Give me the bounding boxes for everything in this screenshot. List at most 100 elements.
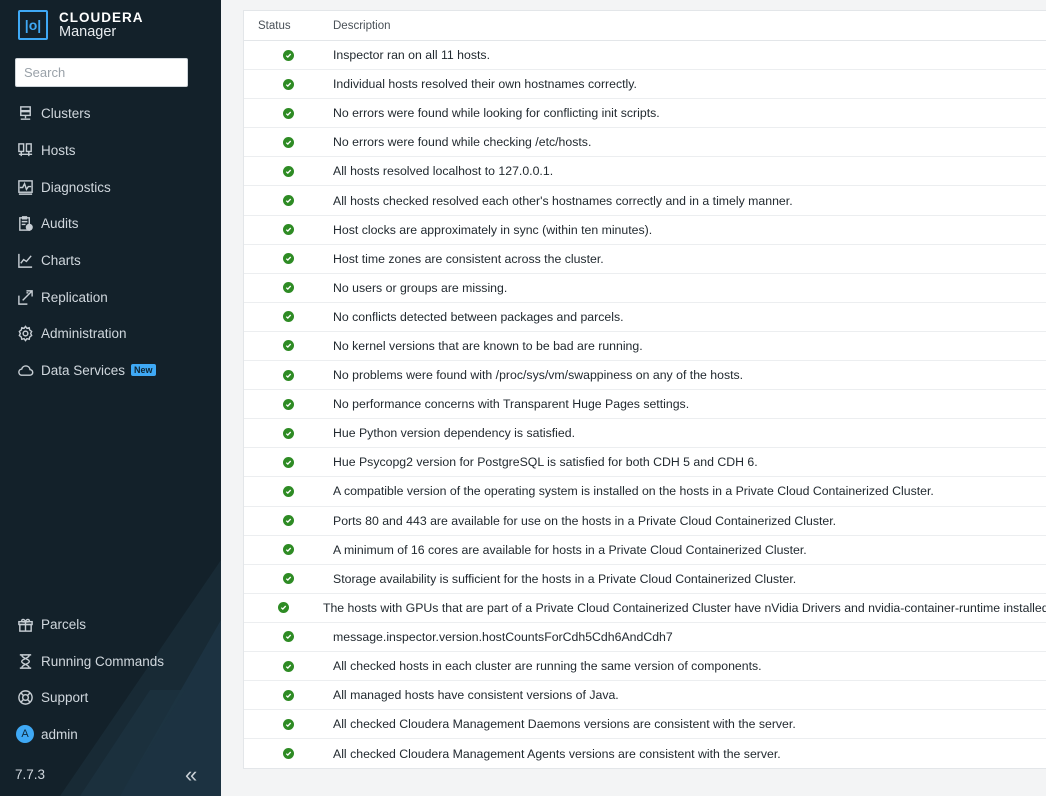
- check-circle-icon: [283, 398, 294, 410]
- table-row: All managed hosts have consistent versio…: [244, 681, 1046, 711]
- table-header: Status Description: [244, 11, 1046, 41]
- check-circle-icon: [283, 78, 294, 90]
- clusters-icon: [16, 104, 34, 122]
- search-input[interactable]: [15, 58, 188, 87]
- description-cell: A compatible version of the operating sy…: [333, 484, 934, 499]
- check-circle-icon: [283, 282, 294, 294]
- table-row: No problems were found with /proc/sys/vm…: [244, 361, 1046, 391]
- check-circle-icon: [283, 195, 294, 207]
- check-circle-icon: [283, 748, 294, 760]
- check-circle-icon: [283, 660, 294, 672]
- description-cell: Host clocks are approximately in sync (w…: [333, 222, 653, 237]
- status-cell: [244, 573, 333, 585]
- sidebar: |o| CLOUDERA Manager Clusters Hosts Diag…: [0, 0, 221, 796]
- table-row: Hue Python version dependency is satisfi…: [244, 419, 1046, 449]
- sidebar-item-label: Audits: [41, 215, 79, 231]
- sidebar-item-parcels[interactable]: Parcels: [0, 609, 221, 639]
- description-cell: Ports 80 and 443 are available for use o…: [333, 513, 837, 528]
- description-cell: The hosts with GPUs that are part of a P…: [322, 600, 1046, 615]
- description-cell: No kernel versions that are known to be …: [333, 338, 643, 353]
- sidebar-item-running-commands[interactable]: Running Commands: [0, 646, 221, 676]
- sidebar-item-replication[interactable]: Replication: [0, 282, 221, 312]
- table-row: All checked Cloudera Management Agents v…: [244, 739, 1046, 768]
- check-circle-icon: [283, 369, 294, 381]
- check-circle-icon: [283, 165, 294, 177]
- check-circle-icon: [283, 718, 294, 730]
- table-row: A compatible version of the operating sy…: [244, 477, 1046, 507]
- status-cell: [244, 427, 333, 439]
- table-row: No kernel versions that are known to be …: [244, 332, 1046, 362]
- description-cell: All hosts checked resolved each other's …: [333, 193, 793, 208]
- sidebar-item-support[interactable]: Support: [0, 682, 221, 712]
- status-cell: [244, 515, 333, 527]
- check-circle-icon: [283, 485, 294, 497]
- table-row: A minimum of 16 cores are available for …: [244, 536, 1046, 565]
- table-body: Inspector ran on all 11 hosts. Individua…: [244, 41, 1046, 768]
- description-cell: No performance concerns with Transparent…: [333, 397, 690, 412]
- description-cell: Storage availability is sufficient for t…: [333, 571, 797, 586]
- sidebar-item-label: Charts: [41, 252, 81, 268]
- brand-subtitle: Manager: [59, 24, 117, 40]
- new-badge: New: [131, 364, 156, 376]
- table-row: Ports 80 and 443 are available for use o…: [244, 507, 1046, 536]
- cloudera-logo-icon: |o|: [18, 10, 48, 40]
- table-row: The hosts with GPUs that are part of a P…: [244, 594, 1046, 623]
- status-cell: [244, 660, 333, 672]
- collapse-sidebar-icon[interactable]: «: [185, 763, 197, 787]
- table-row: No users or groups are missing.: [244, 274, 1046, 303]
- description-cell: No problems were found with /proc/sys/vm…: [333, 368, 744, 383]
- description-cell: Host time zones are consistent across th…: [333, 251, 604, 266]
- check-circle-icon: [283, 136, 294, 148]
- sidebar-item-data-services[interactable]: Data Services New: [0, 355, 221, 385]
- status-cell: [244, 224, 333, 236]
- sidebar-item-label: Parcels: [41, 616, 87, 632]
- table-row: Hue Psycopg2 version for PostgreSQL is s…: [244, 448, 1046, 478]
- table-row: message.inspector.version.hostCountsForC…: [244, 623, 1046, 652]
- sidebar-item-label: admin: [41, 726, 78, 742]
- status-cell: [244, 631, 333, 643]
- check-circle-icon: [283, 456, 294, 468]
- status-cell: [244, 689, 333, 701]
- status-cell: [244, 282, 333, 294]
- description-cell: All checked Cloudera Management Daemons …: [333, 717, 796, 732]
- check-circle-icon: [283, 544, 294, 556]
- table-row: All checked hosts in each cluster are ru…: [244, 652, 1046, 682]
- status-cell: [244, 398, 333, 410]
- description-cell: All hosts resolved localhost to 127.0.0.…: [333, 164, 554, 179]
- sidebar-item-diagnostics[interactable]: Diagnostics: [0, 172, 221, 202]
- check-circle-icon: [283, 573, 294, 585]
- check-circle-icon: [283, 427, 294, 439]
- status-cell: [244, 136, 333, 148]
- check-circle-icon: [283, 340, 294, 352]
- description-cell: No errors were found while looking for c…: [333, 106, 660, 121]
- table-row: No conflicts detected between packages a…: [244, 303, 1046, 332]
- column-header-description[interactable]: Description: [333, 20, 1046, 32]
- table-row: No errors were found while looking for c…: [244, 99, 1046, 129]
- description-cell: No users or groups are missing.: [333, 280, 508, 295]
- sidebar-item-clusters[interactable]: Clusters: [0, 98, 221, 128]
- version-label: 7.7.3: [15, 767, 46, 782]
- description-cell: Individual hosts resolved their own host…: [333, 77, 637, 92]
- sidebar-item-label: Running Commands: [41, 653, 165, 669]
- status-cell: [244, 195, 333, 207]
- status-cell: [244, 544, 333, 556]
- status-cell: [244, 369, 333, 381]
- table-row: Host time zones are consistent across th…: [244, 245, 1046, 274]
- table-row: Host clocks are approximately in sync (w…: [244, 216, 1046, 245]
- sidebar-item-label: Clusters: [41, 105, 91, 121]
- sidebar-item-label: Replication: [41, 289, 108, 305]
- description-cell: All checked Cloudera Management Agents v…: [333, 746, 781, 761]
- sidebar-item-administration[interactable]: Administration: [0, 318, 221, 348]
- status-cell: [244, 49, 333, 61]
- sidebar-item-hosts[interactable]: Hosts: [0, 135, 221, 165]
- description-cell: Inspector ran on all 11 hosts.: [333, 48, 490, 63]
- table-row: Storage availability is sufficient for t…: [244, 565, 1046, 594]
- sidebar-item-admin-user[interactable]: A admin: [0, 719, 221, 749]
- sidebar-item-audits[interactable]: Audits: [0, 208, 221, 238]
- column-header-status[interactable]: Status: [244, 20, 333, 32]
- status-cell: [244, 107, 333, 119]
- sidebar-item-charts[interactable]: Charts: [0, 245, 221, 275]
- gift-icon: [16, 615, 34, 633]
- sidebar-item-label: Data Services: [41, 362, 126, 378]
- brand[interactable]: |o| CLOUDERA Manager: [18, 9, 144, 41]
